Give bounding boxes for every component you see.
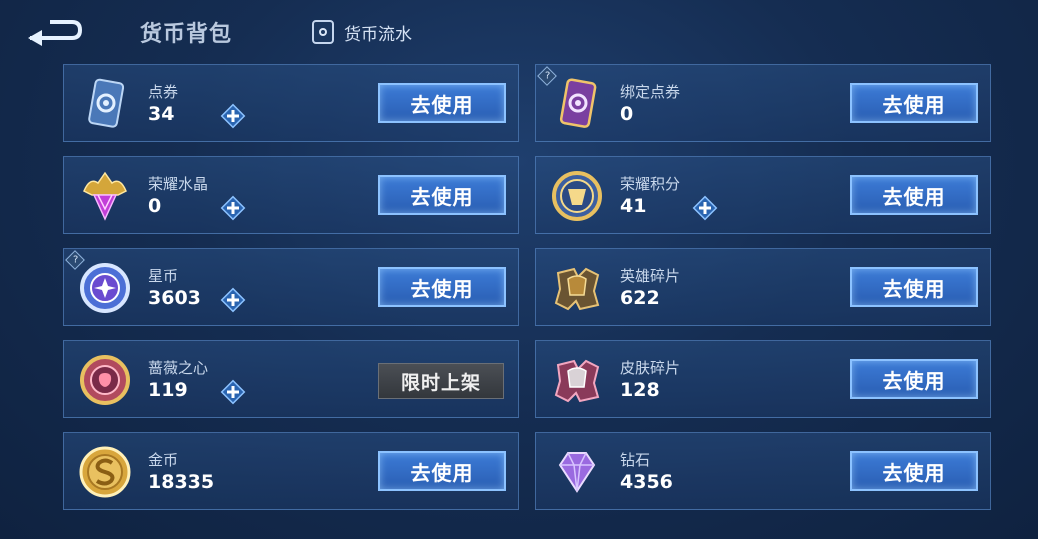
back-button[interactable]	[22, 14, 84, 48]
currency-count: 119	[148, 379, 188, 401]
currency-count: 128	[620, 379, 660, 401]
gold-coin-icon	[78, 445, 132, 499]
currency-card-rose-heart: 蔷薇之心 119 限时上架	[63, 340, 519, 418]
currency-count: 0	[148, 195, 162, 217]
currency-flow-link[interactable]: 货币流水	[312, 18, 412, 46]
add-voucher-button[interactable]	[220, 103, 246, 129]
currency-name: 金币	[148, 451, 179, 469]
glory-crystal-icon	[78, 169, 132, 223]
diamond-icon	[550, 445, 604, 499]
currency-card-skin-fragment: 皮肤碎片 128 去使用	[535, 340, 991, 418]
use-star-coin-button[interactable]: 去使用	[378, 267, 506, 307]
use-hero-fragment-button[interactable]: 去使用	[850, 267, 978, 307]
star-coin-icon	[78, 261, 132, 315]
plus-icon	[220, 195, 246, 221]
use-skin-fragment-button[interactable]: 去使用	[850, 359, 978, 399]
voucher-icon	[78, 77, 132, 131]
currency-card-diamond: 钻石 4356 去使用	[535, 432, 991, 510]
currency-name: 星币	[148, 267, 179, 285]
currency-count: 4356	[620, 471, 673, 493]
top-bar: 货币背包 货币流水	[0, 0, 1038, 62]
currency-count: 3603	[148, 287, 201, 309]
use-diamond-button[interactable]: 去使用	[850, 451, 978, 491]
currency-card-voucher: 点券 34 去使用	[63, 64, 519, 142]
currency-card-gold-coin: 金币 18335 去使用	[63, 432, 519, 510]
currency-name: 点券	[148, 83, 179, 101]
currency-card-glory-points: 荣耀积分 41 去使用	[535, 156, 991, 234]
add-glory-points-button[interactable]	[692, 195, 718, 221]
add-glory-crystal-button[interactable]	[220, 195, 246, 221]
currency-name: 荣耀水晶	[148, 175, 209, 193]
currency-count: 0	[620, 103, 634, 125]
use-gold-coin-button[interactable]: 去使用	[378, 451, 506, 491]
currency-name: 蔷薇之心	[148, 359, 209, 377]
currency-card-glory-crystal: 荣耀水晶 0 去使用	[63, 156, 519, 234]
plus-icon	[220, 103, 246, 129]
currency-flow-icon	[312, 20, 334, 44]
currency-name: 钻石	[620, 451, 651, 469]
use-voucher-button[interactable]: 去使用	[378, 83, 506, 123]
add-rose-heart-button[interactable]	[220, 379, 246, 405]
currency-name: 绑定点券	[620, 83, 681, 101]
currency-count: 18335	[148, 471, 215, 493]
currency-flow-label: 货币流水	[344, 24, 412, 45]
add-star-coin-button[interactable]	[220, 287, 246, 313]
use-glory-crystal-button[interactable]: 去使用	[378, 175, 506, 215]
currency-card-star-coin: ? 星币 3603 去使用	[63, 248, 519, 326]
currency-name: 皮肤碎片	[620, 359, 681, 377]
limited-time-badge: 限时上架	[378, 363, 504, 399]
page-title: 货币背包	[140, 22, 233, 47]
currency-count: 34	[148, 103, 175, 125]
glory-points-icon	[550, 169, 604, 223]
currency-card-hero-fragment: 英雄碎片 622 去使用	[535, 248, 991, 326]
plus-icon	[220, 379, 246, 405]
plus-icon	[692, 195, 718, 221]
use-bound-voucher-button[interactable]: 去使用	[850, 83, 978, 123]
use-glory-points-button[interactable]: 去使用	[850, 175, 978, 215]
currency-name: 荣耀积分	[620, 175, 681, 193]
skin-fragment-icon	[550, 353, 604, 407]
currency-count: 622	[620, 287, 660, 309]
hero-fragment-icon	[550, 261, 604, 315]
plus-icon	[220, 287, 246, 313]
currency-count: 41	[620, 195, 647, 217]
currency-name: 英雄碎片	[620, 267, 681, 285]
currency-card-bound-voucher: ? 绑定点券 0 去使用	[535, 64, 991, 142]
bound-voucher-icon	[550, 77, 604, 131]
rose-heart-icon	[78, 353, 132, 407]
back-arrow-icon	[28, 20, 83, 46]
